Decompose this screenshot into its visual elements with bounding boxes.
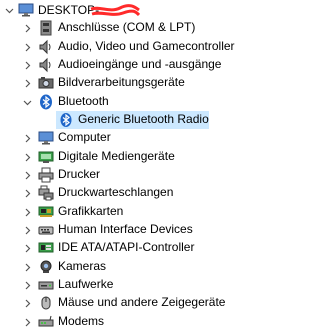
redaction-mark (90, 4, 140, 17)
tree-item-label: Bluetooth (58, 94, 109, 108)
tree-item-audio-io[interactable]: Audioeingänge und -ausgänge (0, 55, 245, 73)
tree-item-label: Grafikkarten (58, 204, 124, 218)
tree-item-disk-drives[interactable]: Laufwerke (0, 275, 245, 293)
tree-item-label: Generic Bluetooth Radio (78, 112, 209, 126)
tree-item-label: Modems (58, 314, 105, 328)
webcam-icon (38, 259, 54, 275)
chevron-right-icon[interactable] (22, 243, 32, 253)
chevron-right-icon[interactable] (22, 262, 32, 272)
tree-item-computer[interactable]: Computer (0, 128, 245, 146)
tree-item-bluetooth[interactable]: Bluetooth (0, 92, 245, 110)
mouse-icon (38, 295, 54, 311)
tree-item-mice[interactable]: Mäuse und andere Zeigegeräte (0, 293, 245, 311)
chevron-right-icon[interactable] (22, 23, 32, 33)
tree-item-ports[interactable]: Anschlüsse (COM & LPT) (0, 18, 245, 36)
speaker-icon (38, 39, 54, 55)
tree-item-cameras[interactable]: Kameras (0, 257, 245, 275)
tree-item-label: Audio, Video und Gamecontroller (58, 39, 235, 53)
chevron-right-icon[interactable] (22, 298, 32, 308)
tree-item-label: Anschlüsse (COM & LPT) (58, 20, 196, 34)
tree-item-audio-video[interactable]: Audio, Video und Gamecontroller (0, 37, 245, 55)
port-icon (38, 20, 54, 36)
disk-drive-icon (38, 277, 54, 293)
tree-item-digital-media[interactable]: Digitale Mediengeräte (0, 147, 245, 165)
bluetooth-icon (58, 112, 74, 128)
tree-item-print-queues[interactable]: Druckwarteschlangen (0, 183, 245, 201)
tree-item-display-adapters[interactable]: Grafikkarten (0, 202, 245, 220)
display-adapter-icon (38, 204, 54, 220)
chevron-right-icon[interactable] (22, 207, 32, 217)
chevron-right-icon[interactable] (22, 225, 32, 235)
tree-item-hid[interactable]: Human Interface Devices (0, 220, 245, 238)
tree-item-printers[interactable]: Drucker (0, 165, 245, 183)
ide-controller-icon (38, 240, 54, 256)
tree-item-label: Druckwarteschlangen (58, 185, 174, 199)
tree-root[interactable]: DESKTOP- (0, 0, 245, 18)
tree-item-label: Laufwerke (58, 277, 114, 291)
chevron-right-icon[interactable] (22, 317, 32, 327)
chevron-right-icon[interactable] (22, 152, 32, 162)
tree-item-ide-controller[interactable]: IDE ATA/ATAPI-Controller (0, 238, 245, 256)
camera-device-icon (38, 75, 54, 91)
chevron-right-icon[interactable] (22, 280, 32, 290)
tree-item-label: Digitale Mediengeräte (58, 149, 175, 163)
computer-icon (18, 2, 34, 18)
tree-item-label: Mäuse und andere Zeigegeräte (58, 295, 226, 309)
tree-item-modems[interactable]: Modems (0, 312, 245, 330)
chevron-down-icon[interactable] (4, 5, 14, 15)
chevron-right-icon[interactable] (22, 78, 32, 88)
tree-item-label: Computer (58, 130, 111, 144)
chevron-right-icon[interactable] (22, 188, 32, 198)
speaker-icon (38, 57, 54, 73)
chevron-right-icon[interactable] (22, 133, 32, 143)
monitor-icon (38, 130, 54, 146)
tree-item-label: Audioeingänge und -ausgänge (58, 57, 222, 71)
tree-item-label: Kameras (58, 259, 107, 273)
chevron-right-icon[interactable] (22, 170, 32, 180)
tree-item-imaging[interactable]: Bildverarbeitungsgeräte (0, 73, 245, 91)
bluetooth-icon (38, 94, 54, 110)
printer-icon (38, 167, 54, 183)
tree-item-label: Bildverarbeitungsgeräte (58, 75, 185, 89)
chevron-right-icon[interactable] (22, 42, 32, 52)
hid-icon (38, 222, 54, 238)
print-queue-icon (38, 185, 54, 201)
chevron-down-icon[interactable] (22, 97, 32, 107)
tree-item-generic-bluetooth-radio[interactable]: Generic Bluetooth Radio (0, 110, 245, 129)
modem-icon (38, 314, 54, 330)
chevron-right-icon[interactable] (22, 60, 32, 70)
tree-item-label: Human Interface Devices (58, 222, 193, 236)
media-device-icon (38, 149, 54, 165)
tree-item-label: IDE ATA/ATAPI-Controller (58, 240, 195, 254)
tree-item-label: Drucker (58, 167, 101, 181)
